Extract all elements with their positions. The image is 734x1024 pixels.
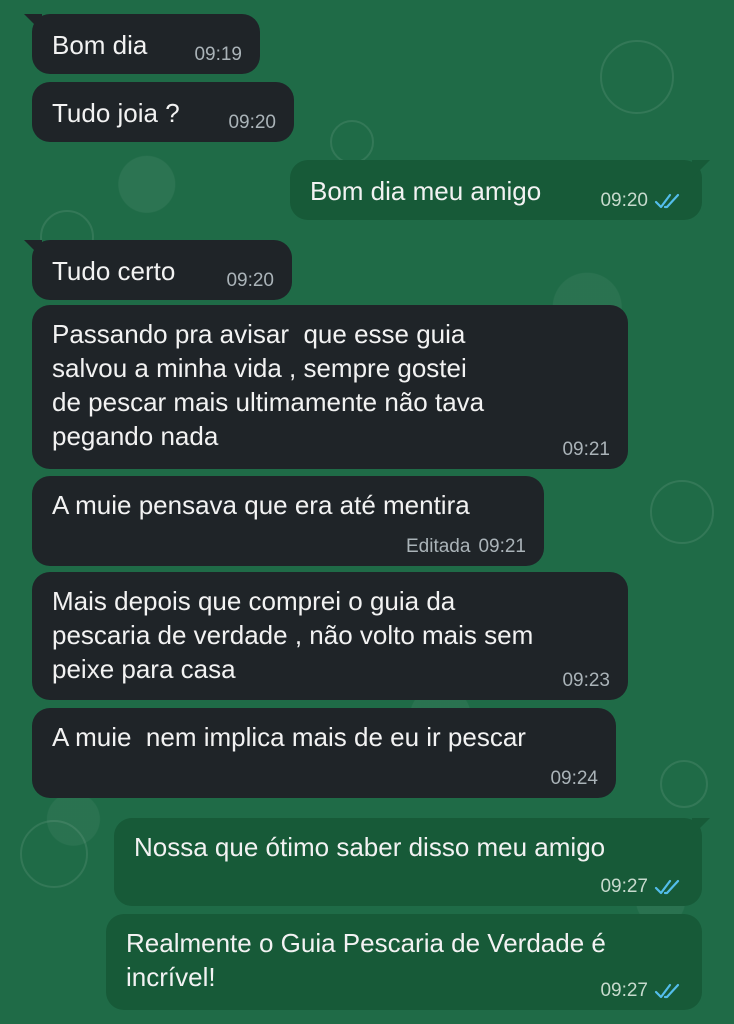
wallpaper-doodle xyxy=(330,120,374,164)
edited-label: Editada xyxy=(406,536,471,557)
message-bubble[interactable]: Mais depois que comprei o guia da pescar… xyxy=(32,572,628,700)
message-time: 09:21 xyxy=(562,439,610,460)
message-bubble[interactable]: Bom dia meu amigo 09:20 xyxy=(290,160,710,220)
message-time: 09:19 xyxy=(194,44,242,65)
message-meta: 09:20 xyxy=(226,270,274,292)
message-time: 09:20 xyxy=(600,190,648,211)
message-time: 09:23 xyxy=(562,670,610,691)
message-meta: 09:20 xyxy=(228,112,276,134)
message-bubble[interactable]: Passando pra avisar que esse guia salvou… xyxy=(32,305,628,469)
double-check-icon xyxy=(654,983,680,999)
message-bubble[interactable]: A muie pensava que era até mentira Edita… xyxy=(32,476,544,566)
message-meta: 09:21 xyxy=(562,439,610,461)
message-bubble[interactable]: Realmente o Guia Pescaria de Verdade é i… xyxy=(106,914,702,1010)
message-bubble[interactable]: Tudo certo 09:20 xyxy=(24,240,292,300)
message-time: 09:20 xyxy=(228,112,276,133)
double-check-icon xyxy=(654,193,680,209)
message-time: 09:21 xyxy=(478,536,526,557)
message-time: 09:27 xyxy=(600,980,648,1001)
message-text: Nossa que ótimo saber disso meu amigo xyxy=(134,832,606,862)
message-time: 09:24 xyxy=(550,768,598,789)
message-text: A muie nem implica mais de eu ir pescar xyxy=(52,722,526,752)
message-bubble[interactable]: A muie nem implica mais de eu ir pescar … xyxy=(32,708,616,798)
message-meta: 09:23 xyxy=(562,670,610,692)
message-text: A muie pensava que era até mentira xyxy=(52,490,470,520)
message-meta: 09:27 xyxy=(600,876,684,898)
message-time: 09:27 xyxy=(600,876,648,897)
message-bubble[interactable]: Nossa que ótimo saber disso meu amigo 09… xyxy=(114,818,710,906)
message-bubble[interactable]: Tudo joia ? 09:20 xyxy=(32,82,294,142)
wallpaper-doodle xyxy=(20,820,88,888)
wallpaper-doodle xyxy=(600,40,674,114)
wallpaper-doodle xyxy=(660,760,708,808)
message-time: 09:20 xyxy=(226,270,274,291)
message-text: Passando pra avisar que esse guia salvou… xyxy=(52,319,485,451)
message-meta: Editada 09:21 xyxy=(406,536,526,558)
message-bubble[interactable]: Bom dia 09:19 xyxy=(24,14,260,74)
message-text: Realmente o Guia Pescaria de Verdade é i… xyxy=(126,928,606,992)
wallpaper-doodle xyxy=(650,480,714,544)
message-meta: 09:19 xyxy=(194,44,242,66)
double-check-icon xyxy=(654,879,680,895)
message-text: Mais depois que comprei o guia da pescar… xyxy=(52,586,534,684)
message-meta: 09:20 xyxy=(600,190,684,212)
message-meta: 09:27 xyxy=(600,980,684,1002)
message-meta: 09:24 xyxy=(550,768,598,790)
